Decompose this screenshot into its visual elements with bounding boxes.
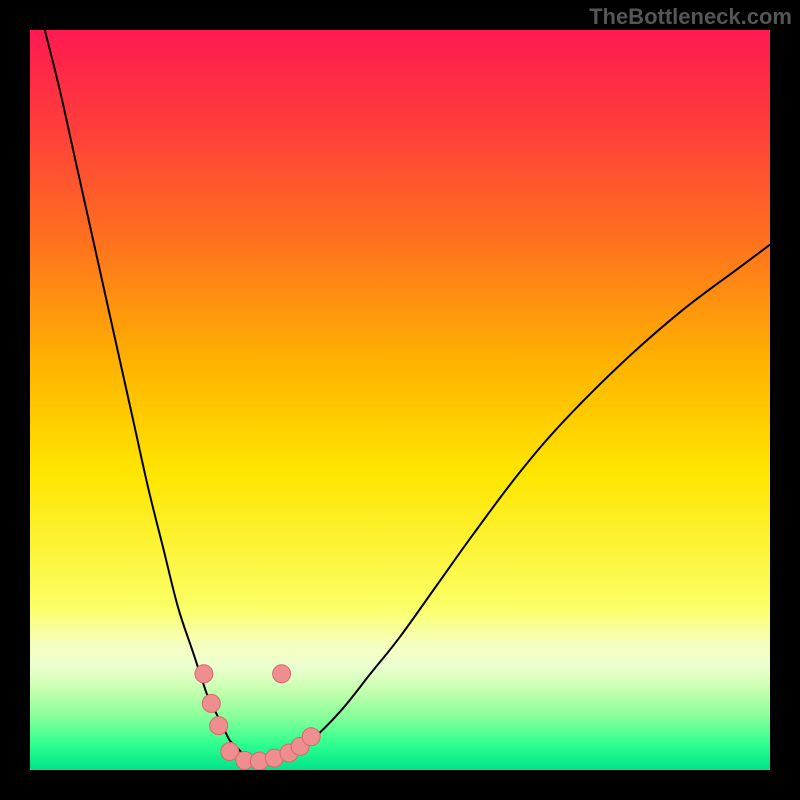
data-marker xyxy=(210,717,228,735)
data-marker xyxy=(202,694,220,712)
data-marker xyxy=(302,728,320,746)
data-marker xyxy=(195,665,213,683)
chart-frame: TheBottleneck.com xyxy=(0,0,800,800)
data-marker xyxy=(273,665,291,683)
bottleneck-chart xyxy=(0,0,800,800)
watermark-text: TheBottleneck.com xyxy=(589,4,792,30)
gradient-background xyxy=(30,30,770,770)
